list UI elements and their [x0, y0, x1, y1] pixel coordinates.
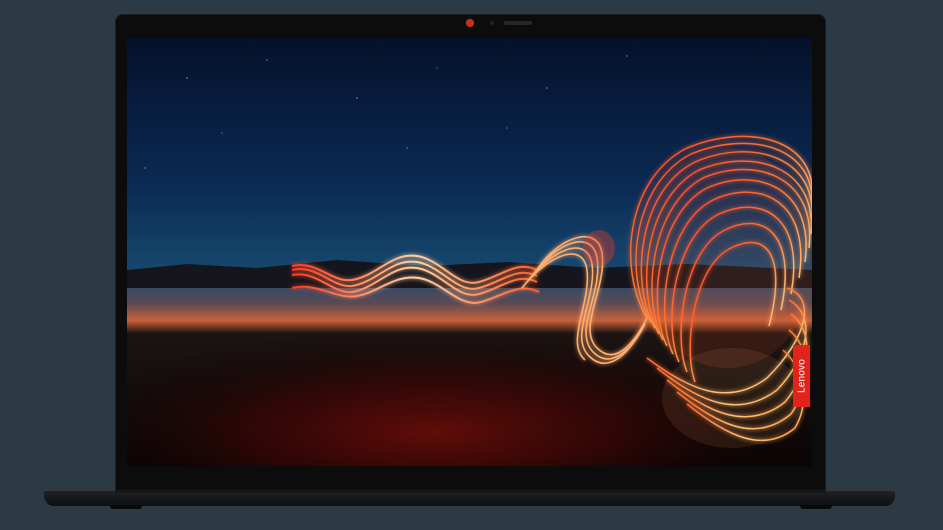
product-photo: Lenovo — [0, 0, 943, 530]
rubber-foot-left — [110, 505, 142, 509]
lenovo-logo: Lenovo — [793, 345, 810, 407]
sensor-icon — [490, 21, 494, 25]
laptop-lid — [115, 14, 826, 492]
brand-label: Lenovo — [796, 358, 807, 394]
hinge — [115, 490, 826, 493]
privacy-shutter — [504, 21, 532, 25]
rubber-foot-right — [800, 505, 832, 509]
laptop-screen — [127, 38, 812, 466]
wallpaper-image — [127, 38, 812, 466]
webcam-icon — [466, 19, 474, 27]
